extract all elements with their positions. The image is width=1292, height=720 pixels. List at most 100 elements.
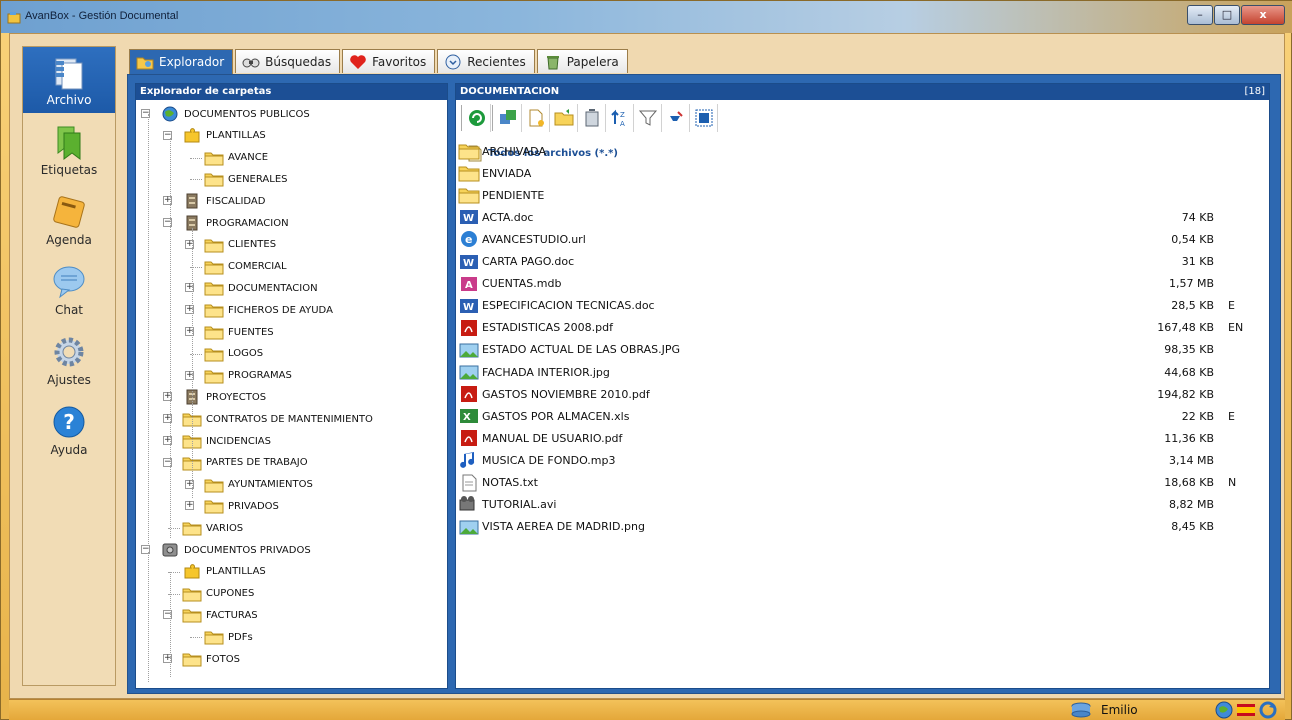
expand-toggle[interactable]: +: [185, 501, 194, 511]
file-name: ENVIADA: [482, 166, 532, 180]
file-row[interactable]: MANUAL DE USUARIO.pdf 11,36 KB: [458, 427, 1268, 449]
file-row[interactable]: NOTAS.txt 18,68 KB N: [458, 472, 1268, 494]
tree-node[interactable]: PROGRAMAS: [204, 366, 292, 386]
refresh-sync-icon[interactable]: [1259, 701, 1277, 719]
maximize-button[interactable]: □: [1214, 5, 1240, 25]
tree-node[interactable]: VARIOS: [182, 518, 243, 538]
file-size: 0,54 KB: [1171, 232, 1214, 246]
safe-icon: [162, 543, 178, 557]
tree-node[interactable]: PARTES DE TRABAJO: [182, 453, 308, 473]
refresh-button[interactable]: [463, 104, 491, 132]
tree-node[interactable]: CUPONES: [182, 584, 254, 604]
file-row[interactable]: e AVANCESTUDIO.url 0,54 KB: [458, 228, 1268, 250]
nav-chat[interactable]: Chat: [23, 257, 115, 323]
file-row[interactable]: VISTA AEREA DE MADRID.png 8,45 KB: [458, 516, 1268, 538]
file-row[interactable]: W CARTA PAGO.doc 31 KB: [458, 251, 1268, 273]
file-name: GASTOS POR ALMACEN.xls: [482, 409, 630, 423]
file-row[interactable]: ESTADO ACTUAL DE LAS OBRAS.JPG 98,35 KB: [458, 339, 1268, 361]
file-flag: E: [1228, 409, 1235, 423]
current-user[interactable]: Emilio: [1069, 702, 1138, 718]
tree-node-label: GENERALES: [228, 173, 288, 185]
nav-ajustes[interactable]: Ajustes: [23, 327, 115, 393]
file-row[interactable]: ESTADISTICAS 2008.pdf 167,48 KB EN: [458, 317, 1268, 339]
view-button[interactable]: [690, 104, 718, 132]
delete-button[interactable]: [578, 104, 606, 132]
file-row[interactable]: TUTORIAL.avi 8,82 MB: [458, 494, 1268, 516]
file-name: AVANCESTUDIO.url: [482, 232, 586, 246]
title-bar[interactable]: AvanBox - Gestión Documental – □ x: [1, 1, 1292, 33]
svg-text:W: W: [463, 213, 474, 224]
tree-node[interactable]: PROGRAMACION: [182, 213, 289, 233]
tree-node[interactable]: PLANTILLAS: [182, 562, 266, 582]
nav-agenda[interactable]: Agenda: [23, 187, 115, 253]
tab-favoritos[interactable]: Favoritos: [342, 49, 436, 73]
tree-node[interactable]: INCIDENCIAS: [182, 431, 271, 451]
tree-node[interactable]: AVANCE: [204, 148, 268, 168]
folder-tree[interactable]: − DOCUMENTOS PUBLICOS − PLANTILLAS AVANCE GEN…: [136, 100, 458, 688]
tree-node[interactable]: FICHEROS DE AYUDA: [204, 300, 333, 320]
tab-busquedas[interactable]: Búsquedas: [235, 49, 341, 73]
file-row[interactable]: MUSICA DE FONDO.mp3 3,14 MB: [458, 449, 1268, 471]
tree-node[interactable]: DOCUMENTOS PUBLICOS: [160, 104, 310, 124]
new-file-button[interactable]: [522, 104, 550, 132]
files-toolbar: ZA: [460, 104, 718, 132]
clear-filter-icon: [669, 111, 683, 121]
globe-icon[interactable]: [1215, 701, 1233, 719]
file-row[interactable]: A CUENTAS.mdb 1,57 MB: [458, 273, 1268, 295]
tree-node[interactable]: FISCALIDAD: [182, 191, 265, 211]
tree-node[interactable]: LOGOS: [204, 344, 263, 364]
file-row[interactable]: X GASTOS POR ALMACEN.xls 22 KB E: [458, 405, 1268, 427]
nav-label: Ayuda: [50, 443, 88, 457]
tree-node[interactable]: FUENTES: [204, 322, 274, 342]
tab-recientes[interactable]: Recientes: [437, 49, 535, 73]
folder-row[interactable]: PENDIENTE: [458, 184, 1268, 206]
tree-node-label: FICHEROS DE AYUDA: [228, 304, 333, 316]
file-size: 8,82 MB: [1168, 498, 1214, 512]
folder-tree-panel: Explorador de carpetas − DOCUMENTOS PUBLI…: [135, 83, 448, 689]
tree-node[interactable]: GENERALES: [204, 169, 288, 189]
folder-icon: [204, 500, 224, 514]
move-button[interactable]: [494, 104, 522, 132]
tree-node-label: CLIENTES: [228, 239, 277, 251]
file-row[interactable]: W ESPECIFICACION TECNICAS.doc 28,5 KB E: [458, 295, 1268, 317]
file-size: 1,57 MB: [1168, 277, 1214, 291]
tree-connector: [190, 637, 202, 639]
minimize-button[interactable]: –: [1187, 5, 1213, 25]
folder-icon: [182, 522, 202, 536]
new-file-icon: [529, 109, 544, 127]
tree-node[interactable]: DOCUMENTOS PRIVADOS: [160, 540, 311, 560]
spain-flag-icon[interactable]: [1237, 701, 1255, 719]
file-size: 31 KB: [1181, 255, 1214, 268]
nav-etiquetas[interactable]: Etiquetas: [23, 117, 115, 183]
file-row[interactable]: FACHADA INTERIOR.jpg 44,68 KB: [458, 361, 1268, 383]
new-folder-button[interactable]: [550, 104, 578, 132]
folder-row[interactable]: ENVIADA: [458, 162, 1268, 184]
tree-node[interactable]: PRIVADOS: [204, 496, 279, 516]
tab-explorador[interactable]: Explorador: [129, 49, 234, 74]
nav-archivo[interactable]: Archivo: [23, 47, 115, 113]
tree-node[interactable]: PLANTILLAS: [182, 126, 266, 146]
tree-node[interactable]: FOTOS: [182, 649, 240, 669]
tree-node[interactable]: PROYECTOS: [182, 387, 266, 407]
tag-icon: [57, 126, 81, 160]
new-folder-icon: [554, 109, 573, 126]
tree-node[interactable]: FACTURAS: [182, 605, 258, 625]
tree-node[interactable]: CONTRATOS DE MANTENIMIENTO: [182, 409, 373, 429]
tab-papelera[interactable]: Papelera: [536, 49, 628, 73]
tree-node[interactable]: COMERCIAL: [204, 257, 287, 277]
file-row[interactable]: W ACTA.doc 74 KB: [458, 206, 1268, 228]
tree-node[interactable]: DOCUMENTACION: [204, 278, 318, 298]
tree-node[interactable]: CLIENTES: [204, 235, 276, 255]
file-size: 18,68 KB: [1164, 476, 1214, 489]
file-row[interactable]: GASTOS NOVIEMBRE 2010.pdf 194,82 KB: [458, 383, 1268, 405]
clear-filter-button[interactable]: [662, 104, 690, 132]
sort-az-button[interactable]: ZA: [606, 104, 634, 132]
tree-node[interactable]: AYUNTAMIENTOS: [204, 475, 313, 495]
nav-ayuda[interactable]: ? Ayuda: [23, 397, 115, 463]
filter-button[interactable]: [634, 104, 662, 132]
tree-node[interactable]: PDFs: [204, 627, 253, 647]
folder-icon: [204, 304, 224, 318]
excel-file-icon: X: [460, 409, 478, 424]
folder-row[interactable]: ARCHIVADA: [458, 140, 1268, 162]
close-button[interactable]: x: [1241, 5, 1285, 25]
